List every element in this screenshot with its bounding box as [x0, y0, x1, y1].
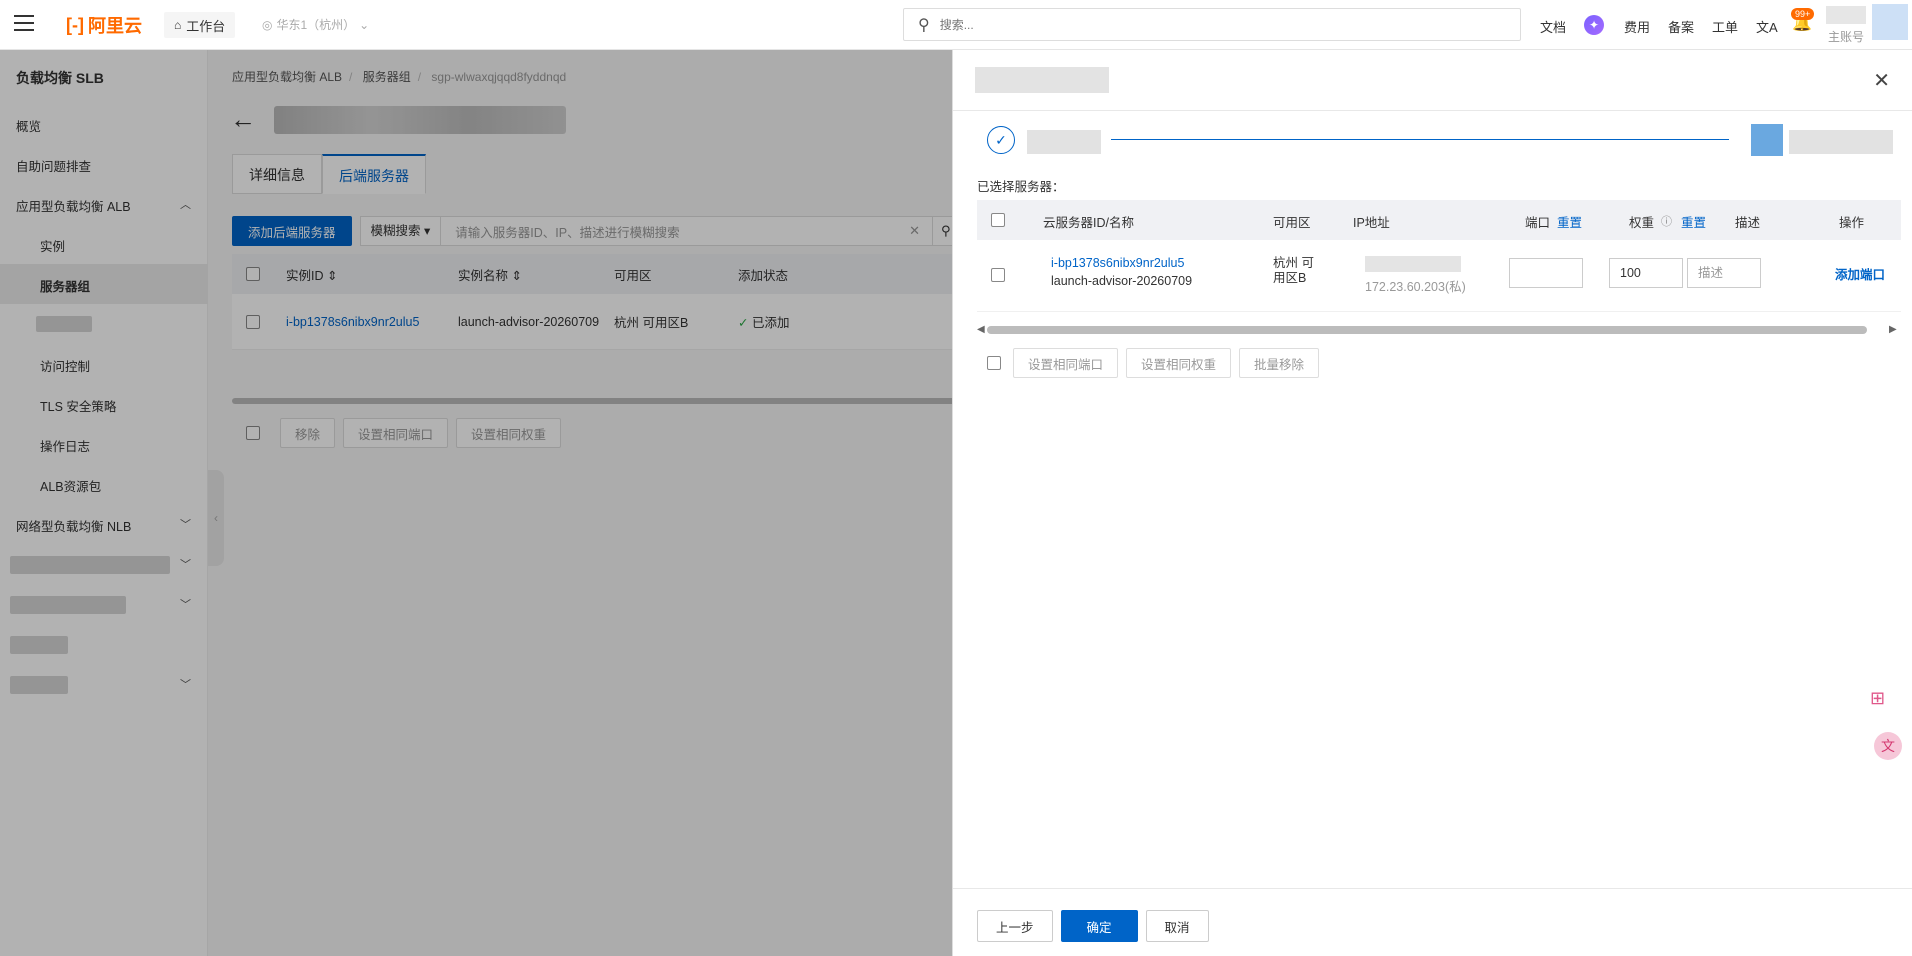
selected-servers-label: 已选择服务器： [977, 180, 1065, 194]
table-header: 云服务器ID/名称 可用区 IP地址 端口 重置 权重 ⓘ 重置 描述 操作 [977, 200, 1901, 240]
column-zone: 可用区 [1273, 216, 1311, 230]
step-done-icon: ✓ [987, 126, 1015, 154]
location-icon: ◎ [262, 17, 273, 32]
selected-server-table: 云服务器ID/名称 可用区 IP地址 端口 重置 权重 ⓘ 重置 描述 操作 i… [977, 200, 1901, 312]
row-checkbox[interactable] [991, 268, 1005, 282]
port-reset-link[interactable]: 重置 [1557, 212, 1582, 231]
horizontal-scrollbar[interactable] [987, 326, 1867, 334]
top-navigation-bar: [-] 阿里云 ⌂ 工作台 ◎ 华东1（杭州） ⌄ ⚲ 文档 ✦ 费用 备案 工… [0, 0, 1912, 50]
menu-icon[interactable] [14, 15, 34, 33]
home-icon: ⌂ [174, 18, 182, 32]
column-desc: 描述 [1735, 216, 1761, 230]
server-id-link[interactable]: i-bp1378s6nibx9nr2ulu5 [1051, 256, 1184, 270]
translate-icon[interactable]: 文A [1756, 17, 1778, 36]
region-selector[interactable]: ◎ 华东1（杭州） ⌄ [262, 16, 369, 33]
batch-remove-button[interactable]: 批量移除 [1239, 348, 1320, 378]
previous-step-button[interactable]: 上一步 [977, 910, 1053, 942]
cancel-button[interactable]: 取消 [1145, 910, 1209, 942]
column-weight: 权重 [1629, 216, 1655, 230]
server-zone: 杭州 可用区B [1273, 256, 1314, 285]
footer-divider [953, 888, 1912, 889]
bulk-select-checkbox[interactable] [987, 356, 1001, 370]
drawer-bulk-actions: 设置相同端口 设置相同权重 批量移除 [987, 348, 1320, 378]
column-operation: 操作 [1839, 216, 1865, 230]
global-search[interactable]: ⚲ [903, 8, 1521, 41]
account-label: 主账号 [1828, 30, 1865, 44]
aliyun-logo[interactable]: [-] 阿里云 [66, 12, 142, 38]
help-icon[interactable]: ⓘ [1661, 213, 1672, 229]
notification-badge: 99+ [1791, 8, 1815, 20]
confirm-button[interactable]: 确定 [1060, 910, 1138, 942]
add-server-drawer: ✕ ✓ 已选择服务器： 云服务器ID/名称 可用区 IP地址 端口 重置 权重 … [952, 50, 1912, 956]
port-input[interactable] [1509, 258, 1583, 288]
step1-label-blurred [1027, 130, 1101, 154]
scroll-right-icon[interactable]: ▶ [1889, 324, 1897, 335]
logo-text: 阿里云 [87, 16, 142, 37]
weight-input[interactable]: 100 [1609, 258, 1683, 288]
step2-label-blurred [1789, 130, 1893, 154]
modal-overlay[interactable] [0, 50, 952, 956]
nav-docs[interactable]: 文档 [1540, 17, 1566, 36]
chevron-down-icon: ⌄ [359, 17, 370, 32]
set-same-weight-button[interactable]: 设置相同权重 [1126, 348, 1232, 378]
nav-ticket[interactable]: 工单 [1712, 17, 1738, 36]
weight-reset-link[interactable]: 重置 [1681, 212, 1706, 231]
private-ip: 172.23.60.203(私) [1365, 280, 1466, 294]
nav-icp[interactable]: 备案 [1668, 17, 1694, 36]
region-label: 华东1（杭州） [276, 18, 356, 32]
public-ip-blurred [1365, 256, 1461, 272]
nav-billing[interactable]: 费用 [1624, 17, 1650, 36]
account-name-blurred [1826, 6, 1866, 24]
desc-input[interactable]: 描述 [1687, 258, 1761, 288]
server-name: launch-advisor-20260709 [1051, 274, 1193, 288]
translate-float-icon[interactable]: 文 [1874, 732, 1902, 760]
drawer-title-blurred [975, 67, 1109, 93]
workbench-label: 工作台 [186, 18, 226, 34]
select-all-checkbox[interactable] [991, 213, 1005, 227]
column-server: 云服务器ID/名称 [1043, 216, 1134, 230]
set-same-port-button[interactable]: 设置相同端口 [1013, 348, 1119, 378]
column-ip: IP地址 [1353, 216, 1390, 230]
search-icon: ⚲ [918, 16, 930, 34]
logo-mark: [-] [66, 14, 84, 35]
avatar[interactable] [1872, 4, 1908, 40]
workbench-button[interactable]: ⌂ 工作台 [164, 12, 236, 38]
apps-icon[interactable]: ⊞ [1870, 688, 1885, 709]
step-progress-line [1111, 139, 1729, 140]
drawer-divider [953, 110, 1912, 111]
add-port-link[interactable]: 添加端口 [1835, 264, 1885, 283]
table-row: i-bp1378s6nibx9nr2ulu5 launch-advisor-20… [977, 240, 1901, 312]
step2-indicator [1751, 124, 1783, 156]
search-input[interactable] [939, 17, 1440, 32]
drawer-footer: 上一步 确定 取消 [977, 910, 1209, 942]
scroll-left-icon[interactable]: ◀ [977, 324, 985, 335]
ai-assistant-icon[interactable]: ✦ [1584, 15, 1604, 35]
column-port: 端口 [1525, 216, 1551, 230]
close-icon[interactable]: ✕ [1873, 68, 1890, 93]
